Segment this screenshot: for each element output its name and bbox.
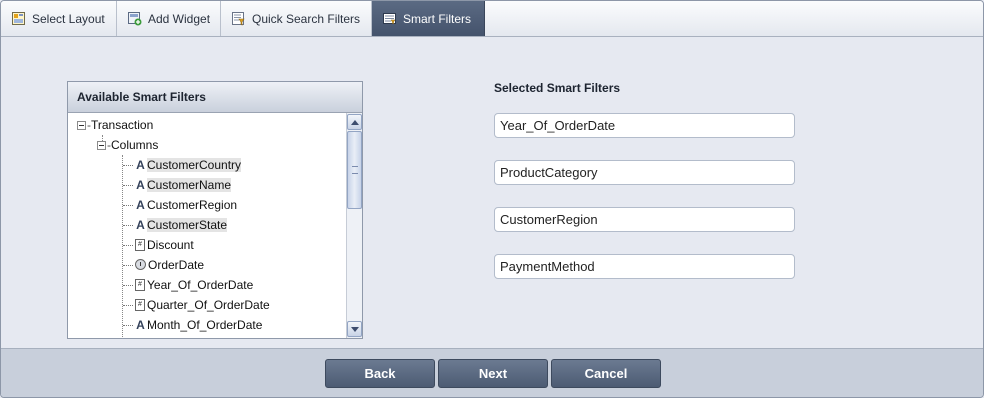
scroll-thumb[interactable]: [347, 131, 362, 209]
smart-filters-dialog: Select Layout Add Widget Quick Search Fi…: [0, 0, 984, 398]
collapse-icon[interactable]: [77, 121, 86, 131]
footer-bar: Back Next Cancel: [1, 348, 983, 397]
tree-item-quarter-of-orderdate[interactable]: # Quarter_Of_OrderDate: [123, 296, 270, 314]
numeric-type-icon: #: [135, 298, 145, 311]
tab-quick-search-filters[interactable]: Quick Search Filters: [221, 1, 372, 36]
collapse-icon[interactable]: [97, 141, 106, 151]
next-button[interactable]: Next: [438, 359, 548, 388]
tree-node-transaction[interactable]: -Transaction: [77, 116, 153, 134]
tree-item-orderdate[interactable]: OrderDate: [123, 256, 204, 274]
scroll-up-icon[interactable]: [347, 114, 362, 130]
text-type-icon: A: [136, 218, 145, 232]
selected-filters-title: Selected Smart Filters: [494, 81, 621, 95]
selected-filter-field[interactable]: CustomerRegion: [494, 207, 795, 232]
tree-item-customercountry[interactable]: A CustomerCountry: [123, 156, 242, 174]
text-type-icon: A: [136, 318, 145, 332]
panel-title: Available Smart Filters: [68, 82, 362, 113]
tree-node-columns[interactable]: -Columns: [97, 136, 158, 154]
tree-item-year-of-orderdate[interactable]: # Year_Of_OrderDate: [123, 276, 253, 294]
text-type-icon: A: [136, 158, 145, 172]
tree-item-customername[interactable]: A CustomerName: [123, 176, 232, 194]
tab-label: Select Layout: [32, 11, 105, 26]
date-type-icon: [135, 259, 146, 271]
text-type-icon: A: [136, 178, 145, 192]
text-type-icon: A: [136, 198, 145, 212]
tab-label: Smart Filters: [403, 11, 472, 26]
tab-smart-filters[interactable]: Smart Filters: [372, 1, 485, 36]
tree-item-customerstate[interactable]: A CustomerState: [123, 216, 228, 234]
smart-filter-icon: [382, 11, 397, 26]
tab-add-widget[interactable]: Add Widget: [117, 1, 221, 36]
add-widget-icon: [127, 11, 142, 26]
tree-item-customerregion[interactable]: A CustomerRegion: [123, 196, 237, 214]
selected-filter-field[interactable]: ProductCategory: [494, 160, 795, 185]
filter-tree[interactable]: -Transaction -Columns A CustomerCountry A…: [68, 113, 346, 338]
selected-filter-field[interactable]: PaymentMethod: [494, 254, 795, 279]
cancel-button[interactable]: Cancel: [551, 359, 661, 388]
selected-filter-field[interactable]: Year_Of_OrderDate: [494, 113, 795, 138]
back-button[interactable]: Back: [325, 359, 435, 388]
tab-bar: Select Layout Add Widget Quick Search Fi…: [1, 1, 983, 37]
available-smart-filters-panel: Available Smart Filters -Transaction -Co…: [67, 81, 363, 339]
numeric-type-icon: #: [135, 278, 145, 291]
scroll-down-icon[interactable]: [347, 321, 362, 337]
tree-item-month-of-orderdate[interactable]: A Month_Of_OrderDate: [123, 316, 262, 334]
tab-select-layout[interactable]: Select Layout: [1, 1, 117, 36]
tree-scrollbar[interactable]: [346, 113, 362, 338]
quick-filter-icon: [231, 11, 246, 26]
tab-label: Add Widget: [148, 11, 211, 26]
tab-label: Quick Search Filters: [252, 11, 361, 26]
numeric-type-icon: #: [135, 238, 145, 251]
layout-icon: [11, 11, 26, 26]
tree-item-discount[interactable]: # Discount: [123, 236, 194, 254]
